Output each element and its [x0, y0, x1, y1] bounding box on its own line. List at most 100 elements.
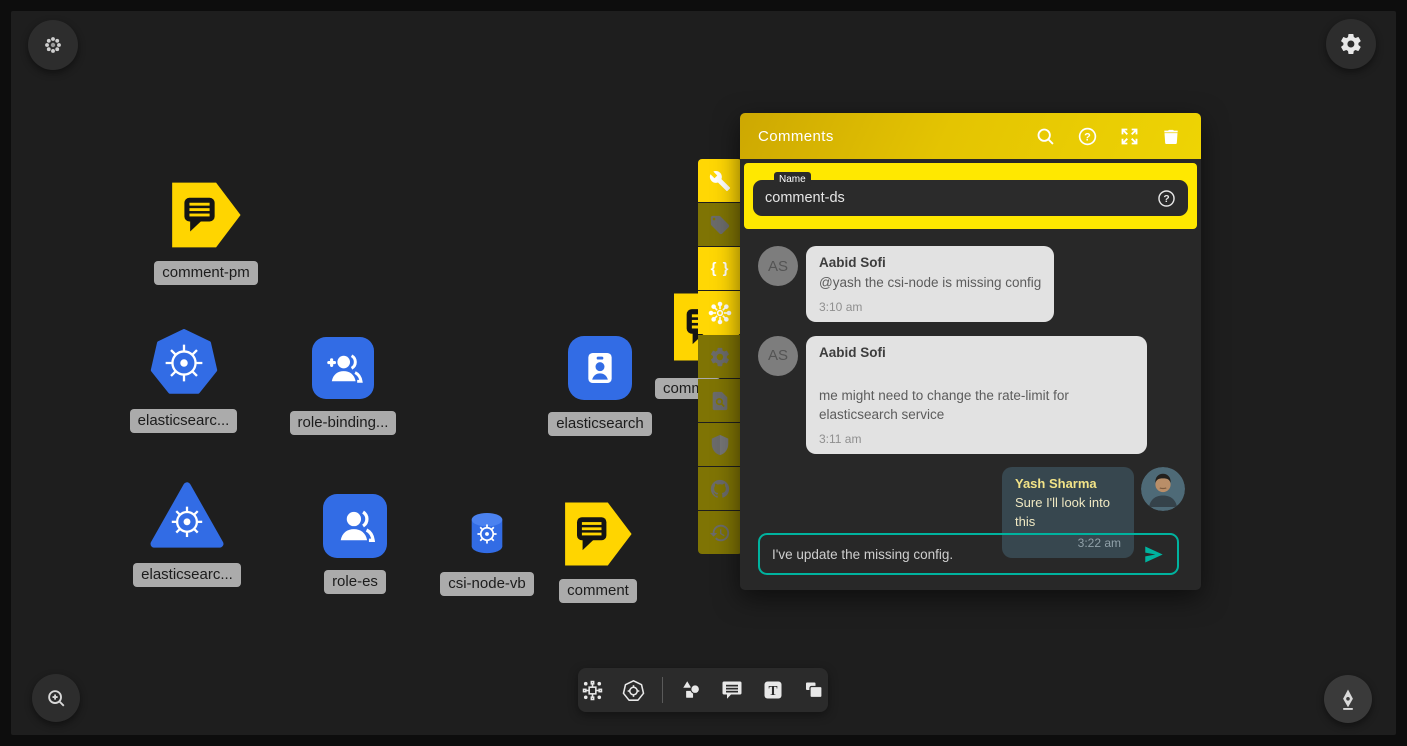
node-elasticsearc-deployment[interactable]: elasticsearc...: [126, 329, 241, 433]
menu-fab[interactable]: [28, 20, 78, 70]
chat-message-input[interactable]: [772, 547, 1142, 562]
workflow-tool-button[interactable]: [580, 677, 606, 703]
workflow-icon: [580, 678, 605, 703]
security-button[interactable]: [698, 423, 742, 466]
comment-shape-icon: [170, 181, 242, 249]
braces-icon: { }: [711, 260, 730, 277]
message-text: me might need to change the rate-limit f…: [819, 386, 1134, 425]
message-author: Aabid Sofi: [819, 345, 1134, 360]
svg-text:?: ?: [1163, 194, 1169, 205]
settings-button[interactable]: [698, 335, 742, 378]
comments-panel-header[interactable]: Comments ?: [740, 113, 1201, 159]
text-tool-button[interactable]: T: [760, 677, 786, 703]
settings-fab[interactable]: [1326, 19, 1376, 69]
expand-icon[interactable]: [1119, 126, 1140, 147]
node-label: role-es: [324, 570, 386, 594]
node-role-binding[interactable]: role-binding...: [283, 337, 403, 435]
field-help-icon[interactable]: ?: [1157, 189, 1176, 208]
shapes-tool-button[interactable]: [678, 677, 704, 703]
node-comment-pm[interactable]: comment-pm: [147, 181, 265, 285]
message-time: 3:10 am: [819, 300, 1041, 314]
tag-icon: [709, 214, 731, 236]
node-label: csi-node-vb: [440, 572, 534, 596]
comments-panel: Comments ?: [740, 113, 1201, 590]
send-icon[interactable]: [1142, 543, 1165, 566]
node-label: elasticsearc...: [133, 563, 241, 587]
configure-button[interactable]: [698, 159, 742, 202]
node-comment[interactable]: comment: [558, 501, 638, 603]
node-action-toolbar: { }: [698, 159, 742, 555]
avatar: AS: [758, 246, 798, 286]
json-config-button[interactable]: { }: [698, 247, 742, 290]
shape-tools-toolbar: T: [578, 668, 828, 712]
text-tool-icon: T: [761, 678, 785, 702]
message-author: Yash Sharma: [1015, 476, 1121, 491]
kubernetes-tool-button[interactable]: [621, 677, 647, 703]
gear-icon: [1339, 32, 1363, 56]
message-time: 3:11 am: [819, 432, 1134, 446]
name-input[interactable]: [765, 190, 1157, 206]
tag-button[interactable]: [698, 203, 742, 246]
name-section: Name ?: [744, 163, 1197, 229]
history-button[interactable]: [698, 511, 742, 554]
kubernetes-triangle-icon: [149, 479, 225, 551]
avatar: AS: [758, 336, 798, 376]
node-elasticsearc-pod[interactable]: elasticsearc...: [131, 479, 243, 587]
shapes-icon: [678, 677, 704, 703]
storage-cylinder-icon: [469, 512, 505, 556]
delete-icon[interactable]: [1161, 126, 1181, 147]
yash-avatar-image: [1141, 467, 1185, 511]
message-list: AS Aabid Sofi @yash the csi-node is miss…: [740, 233, 1201, 558]
chat-input-box: [758, 533, 1179, 575]
node-csi-node-vb[interactable]: csi-node-vb: [432, 512, 542, 596]
image-icon: [802, 678, 826, 702]
help-icon[interactable]: ?: [1077, 126, 1098, 147]
kubernetes-snowflake-icon: [708, 301, 732, 325]
message-bubble: Aabid Sofi @yash the csi-node is missing…: [806, 246, 1054, 322]
avatar-photo: [1141, 467, 1185, 511]
resource-preview-button[interactable]: [698, 379, 742, 422]
message: AS Aabid Sofi @yash the csi-node is miss…: [758, 246, 1185, 322]
service-account-badge-icon: [580, 348, 620, 388]
message-author: Aabid Sofi: [819, 255, 1041, 270]
node-label: elasticsearch: [548, 412, 652, 436]
history-icon: [709, 522, 731, 544]
toolbar-divider: [662, 677, 663, 703]
node-label: elasticsearc...: [130, 409, 238, 433]
node-elasticsearch-serviceaccount[interactable]: elasticsearch: [545, 336, 655, 436]
panel-title: Comments: [758, 128, 834, 145]
image-tool-button[interactable]: [801, 677, 827, 703]
github-button[interactable]: [698, 467, 742, 510]
node-label: comment: [559, 579, 637, 603]
svg-text:T: T: [768, 683, 777, 698]
flower-menu-icon: [42, 34, 64, 56]
message-text: @yash the csi-node is missing config: [819, 273, 1041, 293]
zoom-fab[interactable]: [32, 674, 80, 722]
comment-tool-button[interactable]: [719, 677, 745, 703]
kubernetes-actions-button[interactable]: [698, 291, 742, 334]
wrench-icon: [709, 170, 731, 192]
shield-icon: [709, 434, 731, 456]
node-role-es[interactable]: role-es: [320, 494, 390, 594]
pen-fab[interactable]: [1324, 675, 1372, 723]
zoom-in-icon: [45, 687, 67, 709]
comment-shape-icon: [563, 501, 633, 567]
gear-icon: [709, 346, 731, 368]
svg-text:?: ?: [1084, 131, 1091, 143]
node-label: role-binding...: [290, 411, 397, 435]
message-text: Sure I'll look into this: [1015, 494, 1121, 532]
pen-nib-icon: [1336, 687, 1360, 711]
github-icon: [709, 478, 731, 500]
comment-icon: [720, 678, 744, 702]
role-icon: [333, 504, 377, 548]
app-frame: comment-pm elasticsearc...: [0, 0, 1407, 746]
name-field-label: Name: [774, 172, 811, 187]
message-bubble: Aabid Sofi me might need to change the r…: [806, 336, 1147, 454]
role-binding-icon: [322, 347, 364, 389]
search-icon[interactable]: [1035, 126, 1056, 147]
name-field-wrapper: Name ?: [753, 180, 1188, 216]
node-label: comment-pm: [154, 261, 258, 285]
message: AS Aabid Sofi me might need to change th…: [758, 336, 1185, 454]
kubernetes-heptagon-icon: [150, 329, 218, 397]
document-search-icon: [709, 390, 731, 412]
